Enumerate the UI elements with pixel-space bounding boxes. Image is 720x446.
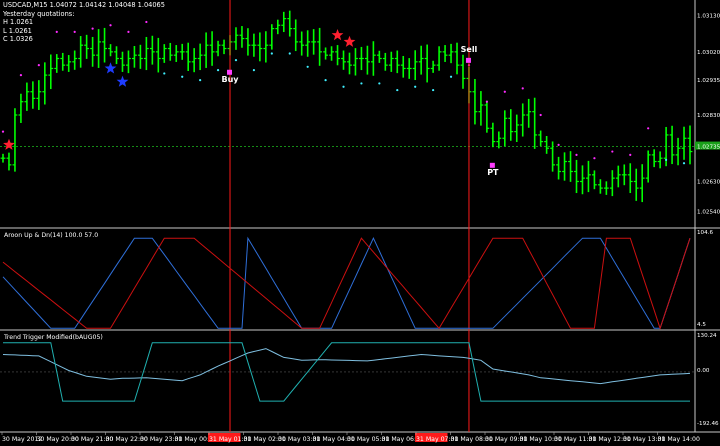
resistance-dot: [503, 90, 506, 93]
resistance-dot: [611, 150, 614, 153]
annotation-marker: [465, 57, 471, 63]
signal-star-red: [331, 29, 344, 41]
support-dot: [342, 85, 345, 88]
price-scale-label: 1.03130: [697, 13, 720, 19]
support-dot: [360, 82, 363, 85]
aroon-panel-title: Aroon Up & Dn(14) 100.0 57.0: [4, 232, 99, 239]
ohlc-text: 1.04072 1.04142 1.04048 1.04065: [49, 1, 165, 9]
resistance-dot: [485, 100, 488, 103]
resistance-dot: [37, 64, 40, 67]
yesterday-high: H 1.0261: [3, 18, 34, 27]
trend-panel-title: Trend Trigger Modified(bAUG05): [4, 334, 103, 341]
signal-star-blue: [116, 75, 129, 87]
aroon-up-line: [2, 236, 691, 329]
trend-tick-zero: 0.00: [697, 368, 710, 374]
current-price-label: 1.02735: [697, 145, 720, 151]
chart-canvas: PTBuySellPT1.031301.030201.029351.028301…: [0, 0, 720, 443]
support-dot: [252, 69, 256, 72]
yesterday-label: Yesterday quotations:: [3, 9, 75, 18]
price-scale-label: 1.02830: [697, 113, 720, 119]
support-dot: [665, 158, 668, 161]
support-dot: [288, 52, 291, 55]
resistance-dot: [629, 153, 632, 156]
support-dot: [234, 59, 238, 62]
support-dot: [270, 52, 273, 55]
support-dot: [432, 88, 435, 92]
resistance-dot: [557, 143, 560, 147]
symbol-title: USDCAD,M15: [3, 1, 48, 9]
price-scale-label: 1.02630: [697, 179, 720, 185]
resistance-dot: [521, 87, 524, 90]
yesterday-close: C 1.0326: [3, 35, 33, 44]
quote-header: USDCAD,M15 1.04072 1.04142 1.04048 1.040…: [3, 1, 165, 44]
trend-tick-bottom: -192.46: [697, 421, 719, 427]
support-dot: [449, 75, 453, 78]
support-dot: [216, 69, 220, 72]
signal-star-red: [3, 138, 15, 150]
support-dot: [378, 82, 381, 85]
aroon-tick-bottom: 4.5: [697, 322, 706, 328]
price-scale-label: 1.03020: [697, 50, 720, 56]
trend-tick-top: 130.24: [697, 333, 717, 339]
signal-star-blue: [104, 62, 117, 74]
resistance-dot: [19, 74, 23, 77]
annotation-label: Sell: [461, 45, 478, 54]
aroon-tick-top: 104.6: [697, 230, 714, 236]
support-dot: [414, 85, 417, 88]
trend-trigger-line: [2, 348, 691, 385]
symbol-line: USDCAD,M15 1.04072 1.04142 1.04048 1.040…: [3, 1, 165, 10]
price-scale-label: 1.02540: [697, 209, 720, 215]
aroon-down-line: [2, 237, 691, 330]
support-dot: [163, 72, 166, 75]
price-scale-label: 1.02935: [697, 78, 720, 84]
x-tick-label: 31 May 14:00: [658, 436, 700, 443]
resistance-dot: [1, 130, 5, 133]
trigger-step-line: [3, 342, 690, 402]
signal-star-red: [343, 35, 356, 47]
support-dot: [682, 162, 686, 165]
support-dot: [181, 75, 184, 78]
resistance-dot: [593, 157, 596, 160]
annotation-label: PT: [487, 168, 499, 177]
support-dot: [324, 79, 327, 82]
support-dot: [396, 88, 399, 92]
resistance-dot: [575, 153, 578, 156]
yesterday-low: L 1.0261: [3, 26, 32, 35]
resistance-dot: [647, 127, 650, 130]
resistance-dot: [539, 113, 542, 117]
support-dot: [306, 65, 309, 68]
annotation-label: Buy: [222, 75, 240, 84]
support-dot: [199, 79, 202, 82]
